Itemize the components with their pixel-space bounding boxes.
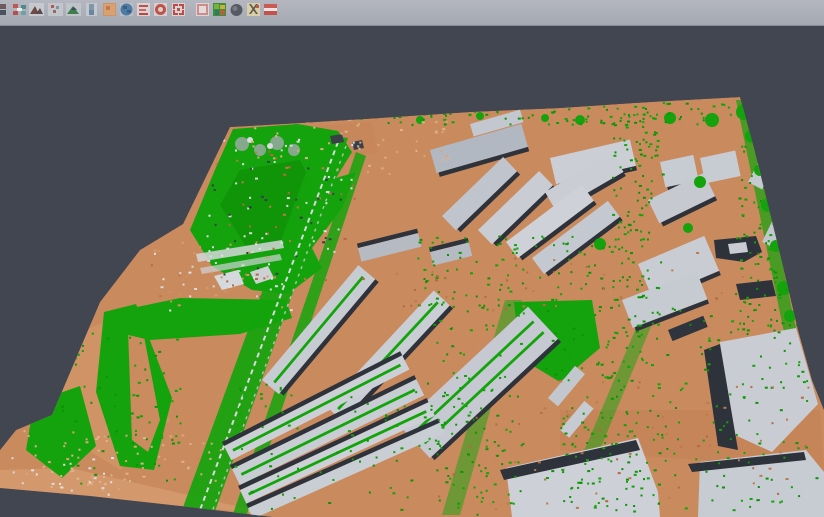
markers-icon[interactable] (246, 2, 261, 17)
flag-stripes-icon[interactable] (263, 2, 278, 17)
sphere-icon[interactable] (229, 2, 244, 17)
toolbar (0, 0, 824, 26)
target-icon[interactable] (153, 2, 168, 17)
histogram-icon[interactable] (136, 2, 151, 17)
points-icon[interactable] (48, 2, 63, 17)
globe-icon[interactable] (119, 2, 134, 17)
point-cloud-scene (0, 26, 824, 517)
terrain-brown-icon[interactable] (29, 2, 44, 17)
transform-icon[interactable] (12, 2, 27, 17)
terrain-green-icon[interactable] (66, 2, 81, 17)
layers-icon[interactable] (0, 2, 9, 17)
crop-region-icon[interactable] (171, 2, 186, 17)
classification-icon[interactable] (212, 2, 227, 17)
profile-column-icon[interactable] (84, 2, 99, 17)
orthophoto-icon[interactable] (102, 2, 117, 17)
frame-icon[interactable] (195, 2, 210, 17)
application-window (0, 0, 824, 517)
viewport-3d[interactable] (0, 26, 824, 517)
